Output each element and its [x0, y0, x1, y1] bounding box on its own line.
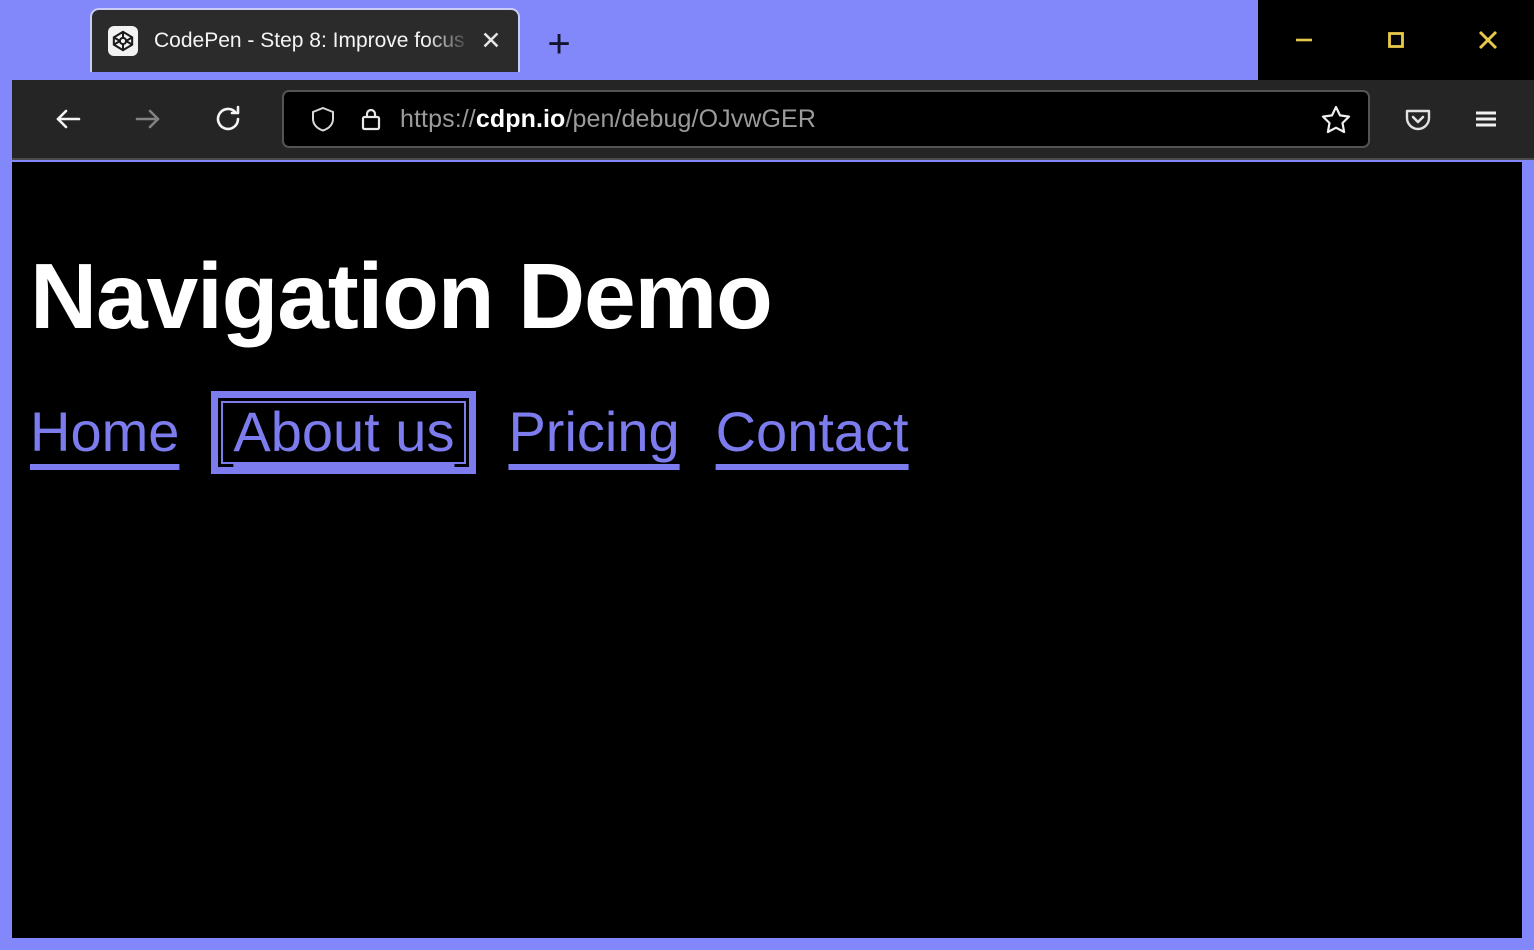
- star-icon[interactable]: [1314, 97, 1358, 141]
- url-text: https://cdpn.io/pen/debug/OJvwGER: [400, 105, 1314, 134]
- forward-arrow-icon: [131, 102, 165, 136]
- close-button[interactable]: [1442, 0, 1534, 80]
- browser-tab-codepen[interactable]: CodePen - Step 8: Improve focus ✕: [90, 8, 520, 72]
- url-scheme: https://: [400, 105, 476, 133]
- tab-close-icon[interactable]: ✕: [474, 24, 508, 58]
- demo-navigation: Home About us Pricing Contact: [24, 403, 1522, 462]
- maximize-button[interactable]: [1350, 0, 1442, 80]
- pocket-button[interactable]: [1384, 85, 1452, 153]
- tab-title: CodePen - Step 8: Improve focus: [154, 26, 472, 56]
- nav-link-home[interactable]: Home: [24, 403, 185, 462]
- forward-button[interactable]: [114, 85, 182, 153]
- close-icon: [1473, 25, 1503, 55]
- hamburger-menu-icon: [1469, 102, 1503, 136]
- menu-button[interactable]: [1452, 85, 1520, 153]
- pocket-icon: [1401, 102, 1435, 136]
- toolbar-right-group: [1384, 85, 1534, 153]
- nav-link-pricing[interactable]: Pricing: [502, 403, 685, 462]
- reload-icon: [211, 102, 245, 136]
- url-bar[interactable]: https://cdpn.io/pen/debug/OJvwGER: [282, 90, 1370, 148]
- nav-link-contact[interactable]: Contact: [710, 403, 915, 462]
- minimize-icon: [1291, 27, 1317, 53]
- back-button[interactable]: [34, 85, 102, 153]
- maximize-icon: [1383, 27, 1409, 53]
- back-arrow-icon: [51, 102, 85, 136]
- padlock-icon[interactable]: [352, 100, 390, 138]
- reload-button[interactable]: [194, 85, 262, 153]
- page-viewport: Navigation Demo Home About us Pricing Co…: [12, 162, 1522, 938]
- minimize-button[interactable]: [1258, 0, 1350, 80]
- window-controls: [1258, 0, 1534, 80]
- nav-link-about-us[interactable]: About us: [223, 403, 464, 462]
- new-tab-button[interactable]: +: [534, 20, 584, 70]
- browser-window: CodePen - Step 8: Improve focus ✕ +: [0, 0, 1534, 950]
- shield-icon[interactable]: [304, 100, 342, 138]
- url-path: /pen/debug/OJvwGER: [565, 105, 816, 133]
- codepen-icon: [108, 26, 138, 56]
- tab-strip: CodePen - Step 8: Improve focus ✕ +: [0, 0, 1534, 80]
- navigation-toolbar: https://cdpn.io/pen/debug/OJvwGER: [12, 80, 1534, 160]
- page-title: Navigation Demo: [30, 250, 1522, 343]
- url-host: cdpn.io: [476, 105, 566, 133]
